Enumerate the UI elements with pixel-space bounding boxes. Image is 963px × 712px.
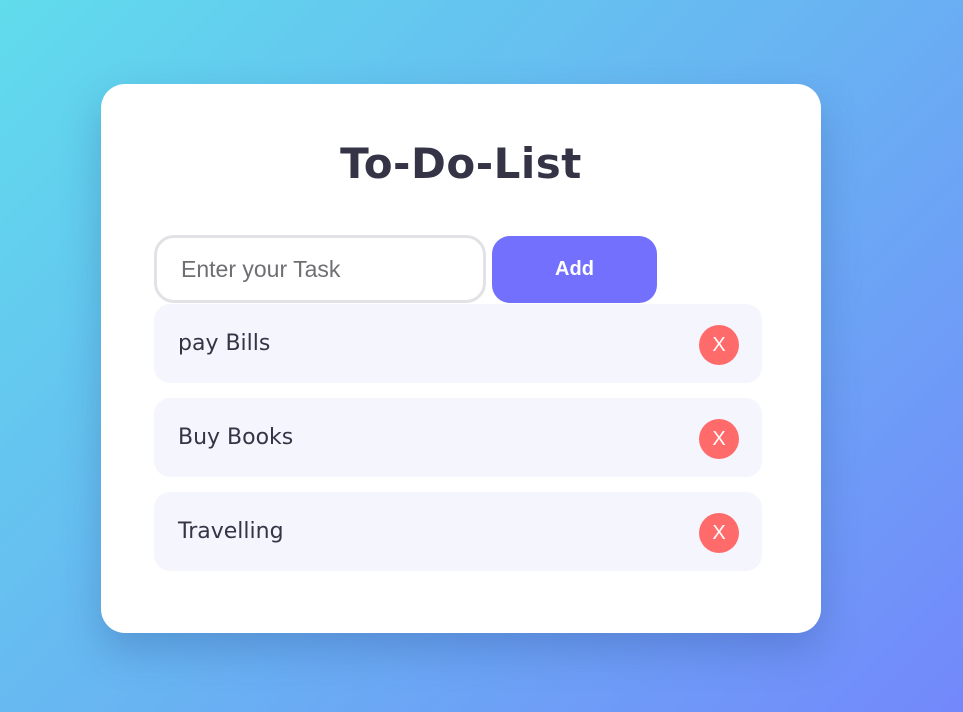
add-task-button[interactable]: Add — [492, 236, 657, 303]
delete-task-button[interactable]: X — [699, 419, 739, 459]
task-text[interactable]: Travelling — [178, 492, 284, 571]
page-title: To-Do-List — [340, 139, 582, 188]
task-list: pay Bills X Buy Books X Travelling X — [154, 304, 762, 586]
list-item: pay Bills X — [154, 304, 762, 383]
list-item: Buy Books X — [154, 398, 762, 477]
task-text[interactable]: Buy Books — [178, 398, 293, 477]
todo-card: To-Do-List Add pay Bills X Buy Books X T… — [101, 84, 821, 633]
list-item: Travelling X — [154, 492, 762, 571]
task-text[interactable]: pay Bills — [178, 304, 270, 383]
delete-task-button[interactable]: X — [699, 513, 739, 553]
delete-task-button[interactable]: X — [699, 325, 739, 365]
task-input[interactable] — [154, 235, 486, 303]
